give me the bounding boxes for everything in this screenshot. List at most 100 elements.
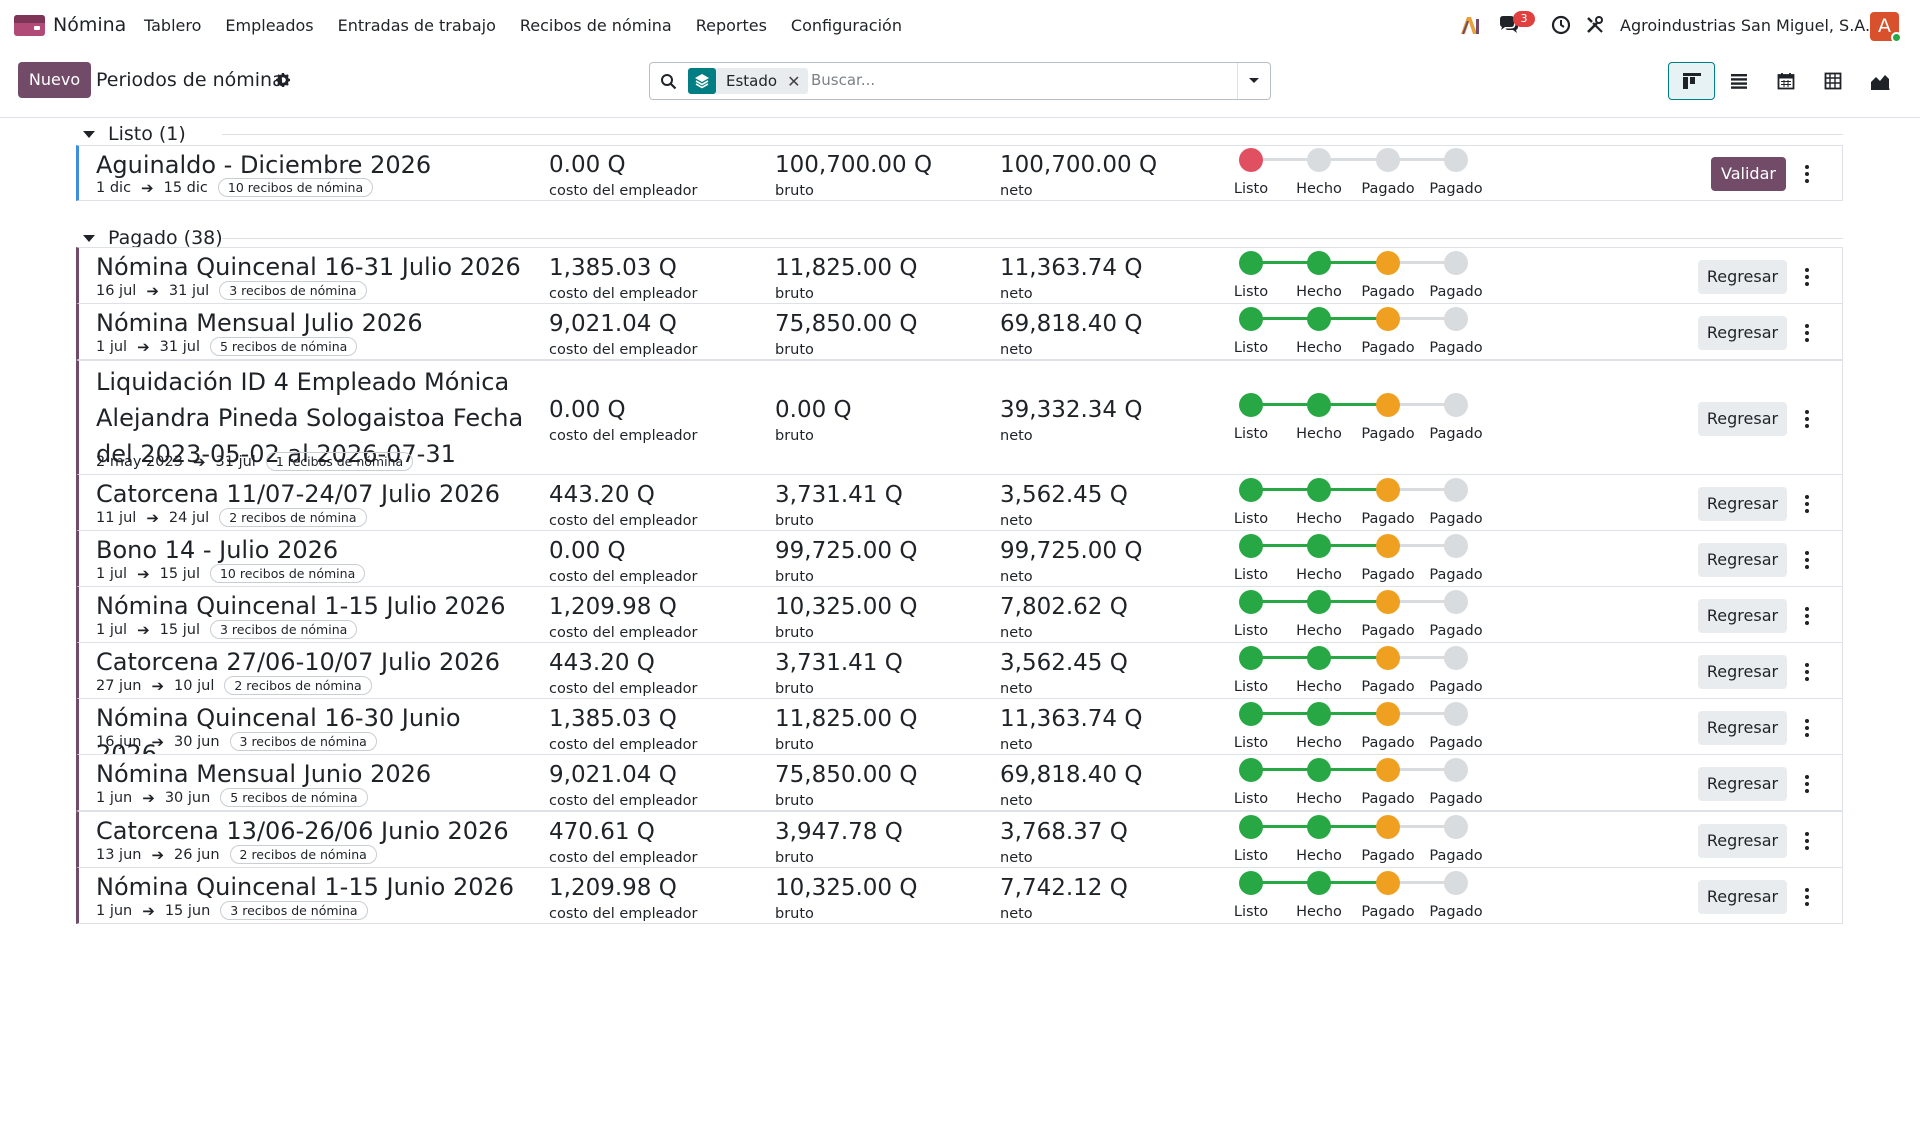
menu-item-tablero[interactable]: Tablero: [144, 16, 201, 35]
remove-facet-icon[interactable]: ✕: [787, 72, 808, 91]
stage-dot-green[interactable]: [1307, 590, 1331, 614]
stage-dot-orange[interactable]: [1376, 251, 1400, 275]
more-options-icon[interactable]: [1799, 716, 1815, 740]
stage-dot-orange[interactable]: [1376, 758, 1400, 782]
payroll-period-card[interactable]: Bono 14 - Julio 2026 1 jul ➔ 15 jul 10 recib…: [76, 530, 1843, 587]
caret-down-icon[interactable]: [83, 234, 95, 242]
stage-dot-orange[interactable]: [1376, 307, 1400, 331]
stage-dot-green[interactable]: [1239, 702, 1263, 726]
stage-dot-green[interactable]: [1307, 815, 1331, 839]
revert-button[interactable]: Regresar: [1698, 316, 1787, 350]
payslips-count-badge[interactable]: 2 recibos de nómina: [219, 508, 367, 527]
validate-button[interactable]: Validar: [1711, 157, 1786, 191]
stage-dot-orange[interactable]: [1376, 534, 1400, 558]
graph-view-icon[interactable]: [1856, 62, 1903, 100]
app-name[interactable]: Nómina: [53, 14, 126, 36]
period-name[interactable]: Bono 14 - Julio 2026: [96, 532, 526, 568]
stage-dot-green[interactable]: [1239, 478, 1263, 502]
stage-dot-orange[interactable]: [1376, 646, 1400, 670]
payslips-count-badge[interactable]: 10 recibos de nómina: [209, 564, 366, 583]
stage-dot-green[interactable]: [1239, 590, 1263, 614]
stage-dot-grey[interactable]: [1307, 148, 1331, 172]
stage-dot-orange[interactable]: [1376, 478, 1400, 502]
menu-item-configuracion[interactable]: Configuración: [791, 16, 902, 35]
stage-dot-green[interactable]: [1239, 758, 1263, 782]
stage-dot-grey[interactable]: [1444, 702, 1468, 726]
stage-dot-green[interactable]: [1307, 478, 1331, 502]
stage-dot-green[interactable]: [1307, 251, 1331, 275]
stage-dot-grey[interactable]: [1444, 307, 1468, 331]
stage-dot-grey[interactable]: [1444, 590, 1468, 614]
payroll-app-icon[interactable]: [14, 15, 45, 36]
menu-item-empleados[interactable]: Empleados: [225, 16, 313, 35]
payslips-count-badge[interactable]: 2 recibos de nómina: [229, 845, 377, 864]
stage-dot-orange[interactable]: [1376, 393, 1400, 417]
stage-dot-grey[interactable]: [1444, 478, 1468, 502]
more-options-icon[interactable]: [1799, 407, 1815, 431]
period-name[interactable]: Catorcena 13/06-26/06 Junio 2026: [96, 813, 526, 849]
more-options-icon[interactable]: [1799, 162, 1815, 186]
debug-tools-icon[interactable]: [1583, 13, 1607, 37]
stage-dot-green[interactable]: [1239, 815, 1263, 839]
revert-button[interactable]: Regresar: [1698, 711, 1787, 745]
payslips-count-badge[interactable]: 3 recibos de nómina: [209, 620, 358, 639]
payroll-period-card[interactable]: Aguinaldo - Diciembre 2026 1 dic ➔ 15 dic 10…: [76, 145, 1843, 201]
stage-dot-grey[interactable]: [1444, 646, 1468, 670]
stage-dot-green[interactable]: [1307, 534, 1331, 558]
more-options-icon[interactable]: [1799, 604, 1815, 628]
stage-dot-grey[interactable]: [1444, 148, 1468, 172]
revert-button[interactable]: Regresar: [1698, 880, 1787, 914]
payroll-period-card[interactable]: Nómina Quincenal 16-31 Julio 2026 16 jul ➔…: [76, 247, 1843, 304]
period-name[interactable]: Nómina Quincenal 16-31 Julio 2026: [96, 249, 526, 285]
search-input[interactable]: [811, 71, 1211, 89]
more-options-icon[interactable]: [1799, 829, 1815, 853]
payslips-count-badge[interactable]: 2 recibos de nómina: [224, 676, 372, 695]
stage-dot-green[interactable]: [1239, 534, 1263, 558]
revert-button[interactable]: Regresar: [1698, 767, 1787, 801]
payslips-count-badge[interactable]: 5 recibos de nómina: [220, 788, 368, 807]
period-name[interactable]: Nómina Quincenal 1-15 Julio 2026: [96, 588, 526, 624]
revert-button[interactable]: Regresar: [1698, 543, 1787, 577]
payroll-period-card[interactable]: Nómina Quincenal 1-15 Julio 2026 1 jul ➔ 15…: [76, 586, 1843, 643]
company-switcher[interactable]: Agroindustrias San Miguel, S.A.: [1620, 16, 1870, 35]
caret-down-icon[interactable]: [83, 130, 95, 138]
menu-item-reportes[interactable]: Reportes: [696, 16, 767, 35]
revert-button[interactable]: Regresar: [1698, 487, 1787, 521]
period-name[interactable]: Catorcena 27/06-10/07 Julio 2026: [96, 644, 526, 680]
stage-dot-grey[interactable]: [1444, 393, 1468, 417]
new-button[interactable]: Nuevo: [18, 62, 91, 98]
search-icon[interactable]: [660, 73, 677, 94]
revert-button[interactable]: Regresar: [1698, 655, 1787, 689]
search-options-toggle[interactable]: [1237, 63, 1270, 99]
period-name[interactable]: Nómina Quincenal 1-15 Junio 2026: [96, 869, 526, 905]
activity-clock-icon[interactable]: [1549, 13, 1573, 37]
payroll-period-card[interactable]: Nómina Quincenal 1-15 Junio 2026 1 jun ➔ 15…: [76, 867, 1843, 924]
payroll-period-card[interactable]: Catorcena 13/06-26/06 Junio 2026 13 jun ➔ 2…: [76, 811, 1843, 868]
payslips-count-badge[interactable]: 1 recibos de nómina: [265, 452, 414, 471]
payroll-period-card[interactable]: Nómina Mensual Julio 2026 1 jul ➔ 31 jul 5 r…: [76, 303, 1843, 360]
gear-icon[interactable]: [275, 72, 291, 88]
more-options-icon[interactable]: [1799, 772, 1815, 796]
stage-dot-grey[interactable]: [1444, 815, 1468, 839]
more-options-icon[interactable]: [1799, 321, 1815, 345]
stage-dot-orange[interactable]: [1376, 702, 1400, 726]
stage-dot-green[interactable]: [1307, 307, 1331, 331]
ai-assistant-icon[interactable]: [1458, 13, 1482, 37]
payroll-period-card[interactable]: Catorcena 27/06-10/07 Julio 2026 27 jun ➔ 1…: [76, 642, 1843, 699]
period-name[interactable]: Nómina Mensual Junio 2026: [96, 756, 526, 792]
payslips-count-badge[interactable]: 5 recibos de nómina: [209, 337, 358, 356]
more-options-icon[interactable]: [1799, 660, 1815, 684]
more-options-icon[interactable]: [1799, 885, 1815, 909]
more-options-icon[interactable]: [1799, 548, 1815, 572]
payroll-period-card[interactable]: Catorcena 11/07-24/07 Julio 2026 11 jul ➔ 2…: [76, 474, 1843, 531]
stage-dot-green[interactable]: [1239, 307, 1263, 331]
stage-dot-grey[interactable]: [1444, 758, 1468, 782]
period-name[interactable]: Nómina Mensual Julio 2026: [96, 305, 526, 341]
payroll-period-card[interactable]: Nómina Mensual Junio 2026 1 jun ➔ 30 jun 5 r…: [76, 754, 1843, 811]
payroll-period-card[interactable]: Liquidación ID 4 Empleado Mónica Alejand…: [76, 360, 1843, 475]
payslips-count-badge[interactable]: 3 recibos de nómina: [219, 281, 367, 300]
stage-dot-orange[interactable]: [1376, 590, 1400, 614]
revert-button[interactable]: Regresar: [1698, 260, 1787, 294]
stage-dot-red[interactable]: [1239, 148, 1263, 172]
period-name[interactable]: Catorcena 11/07-24/07 Julio 2026: [96, 476, 526, 512]
